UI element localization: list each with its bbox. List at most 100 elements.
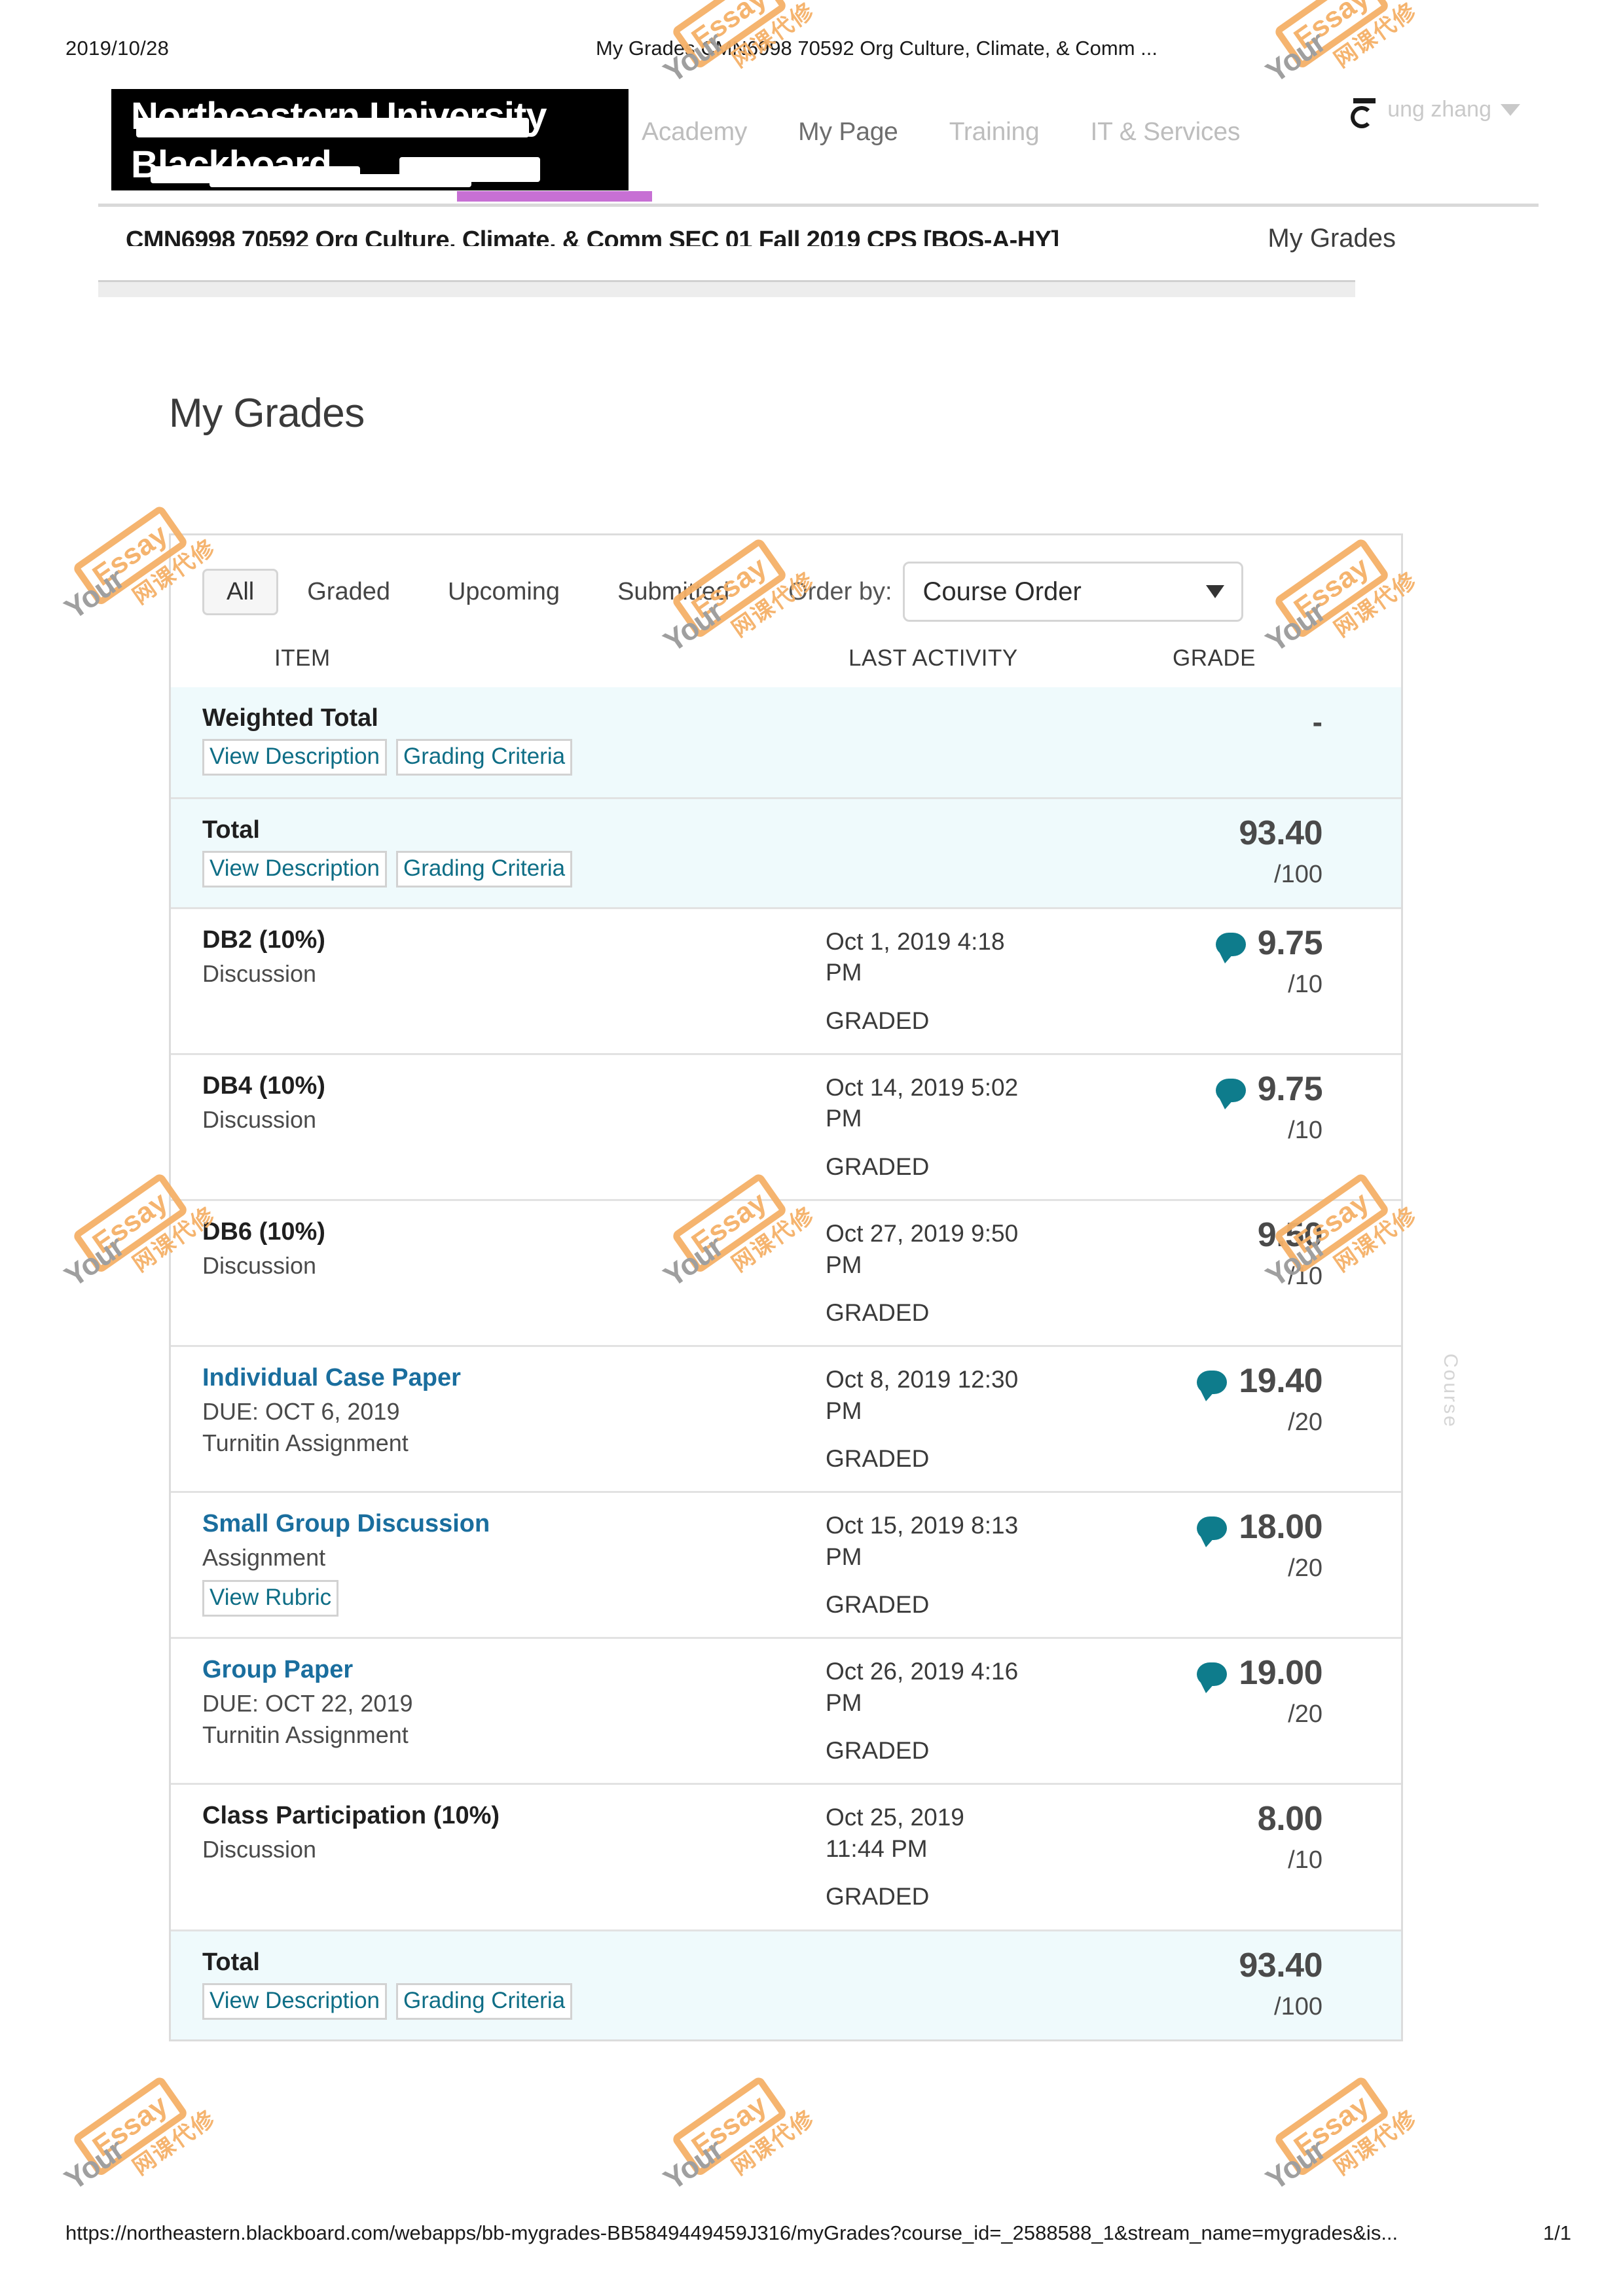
comment-bubble-icon[interactable] xyxy=(1197,1516,1228,1548)
grade-value-wrap: 93.40 xyxy=(1239,816,1322,850)
user-name-label: ung zhang xyxy=(1387,97,1491,122)
order-by-label: Order by: xyxy=(788,577,892,605)
grades-filter-row: All Graded Upcoming Submitted Order by: … xyxy=(171,535,1401,639)
comment-bubble-icon[interactable] xyxy=(1215,1079,1246,1110)
blackboard-page: Northeastern University Blackboard Acade… xyxy=(98,77,1539,2159)
activity-date: Oct 14, 2019 5:02 xyxy=(826,1074,1019,1102)
northeastern-blackboard-logo[interactable]: Northeastern University Blackboard xyxy=(111,89,629,190)
grade-row-grade-cell: 9.75/10 xyxy=(1153,1072,1401,1182)
grade-value: 93.40 xyxy=(1239,1946,1322,1984)
order-by-select[interactable]: Course Order xyxy=(902,562,1243,622)
grade-row: Group Paper DUE: OCT 22, 2019 Turnitin Ass… xyxy=(171,1637,1401,1783)
print-footer: https://northeastern.blackboard.com/weba… xyxy=(65,2221,1571,2245)
grade-out-of: /20 xyxy=(1288,1408,1322,1437)
activity-status: GRADED xyxy=(826,1737,930,1765)
filter-tab-all[interactable]: All xyxy=(202,568,279,615)
grade-item-link[interactable]: Group Paper xyxy=(202,1656,826,1684)
grade-row-activity-cell: Oct 8, 2019 12:30 PM GRADED xyxy=(826,1364,1153,1474)
grade-row: Class Participation (10%) Discussion Oct 2… xyxy=(171,1783,1401,1929)
activity-time: 11:44 PM xyxy=(826,1835,928,1862)
activity-status: GRADED xyxy=(826,1007,930,1034)
activity-date: Oct 25, 2019 xyxy=(826,1804,964,1831)
grade-out-of: /20 xyxy=(1288,1700,1322,1729)
activity-date: Oct 8, 2019 12:30 xyxy=(826,1366,1019,1393)
grade-value-wrap: - xyxy=(1313,704,1322,740)
grade-row-activity-cell: Oct 27, 2019 9:50 PM GRADED xyxy=(826,1218,1153,1328)
grades-panel: All Graded Upcoming Submitted Order by: … xyxy=(169,533,1461,2041)
grade-row-activity-cell: Oct 14, 2019 5:02 PM GRADED xyxy=(826,1072,1153,1182)
print-header: 2019/10/28 My Grades CMN6998 70592 Org C… xyxy=(0,37,1623,63)
grade-item-type: Assignment xyxy=(202,1544,326,1571)
nav-item-training[interactable]: Training xyxy=(949,118,1040,147)
button-grading-criteria[interactable]: Grading Criteria xyxy=(396,851,573,888)
grade-value-wrap: 9.75 xyxy=(1215,1072,1323,1110)
grade-value: 19.00 xyxy=(1239,1654,1322,1693)
activity-date: Oct 26, 2019 4:16 xyxy=(826,1658,1019,1685)
grade-row-grade-cell: 9.50/10 xyxy=(1153,1218,1401,1328)
grade-out-of: /10 xyxy=(1288,1263,1322,1291)
grade-value-wrap: 19.00 xyxy=(1197,1654,1322,1694)
main-content: My Grades All Graded Upcoming Submitted … xyxy=(98,297,1461,2041)
grade-item-name: Class Participation (10%) xyxy=(202,1802,500,1830)
filter-tab-upcoming[interactable]: Upcoming xyxy=(419,569,589,615)
grade-row-grade-cell: 19.00/20 xyxy=(1153,1656,1401,1766)
grade-item-name: Total xyxy=(202,1948,260,1976)
grade-row: DB4 (10%) Discussion Oct 14, 2019 5:02 PM GR… xyxy=(171,1053,1401,1199)
grade-value-wrap: 8.00 xyxy=(1257,1800,1323,1839)
grade-row-grade-cell: - xyxy=(1153,704,1401,780)
grade-item-link[interactable]: Individual Case Paper xyxy=(202,1364,826,1392)
button-grading-criteria[interactable]: Grading Criteria xyxy=(396,1982,573,2020)
button-view-description[interactable]: View Description xyxy=(202,851,388,888)
print-footer-page-number: 1/1 xyxy=(1542,2221,1571,2244)
button-view-description[interactable]: View Description xyxy=(202,739,388,776)
grade-item-type: Discussion xyxy=(202,960,317,987)
active-nav-accent-bar xyxy=(457,191,652,202)
grade-item-buttons: View Description Grading Criteria xyxy=(202,851,826,888)
button-view-description[interactable]: View Description xyxy=(202,1982,388,2020)
user-menu[interactable]: ung zhang xyxy=(1349,97,1520,128)
grade-row-item-cell: Weighted Total View Description Grading Cr… xyxy=(171,704,826,780)
grade-row-activity-cell xyxy=(826,704,1153,780)
grade-item-buttons: View Rubric xyxy=(202,1579,826,1617)
activity-time: PM xyxy=(826,959,862,986)
comment-bubble-icon[interactable] xyxy=(1215,933,1246,963)
redaction-smear xyxy=(210,174,471,187)
grade-item-link[interactable]: Small Group Discussion xyxy=(202,1510,826,1538)
filter-tab-submitted[interactable]: Submitted xyxy=(589,569,758,615)
primary-nav: Academy My Page Training IT & Services xyxy=(642,118,1240,147)
button-view-rubric[interactable]: View Rubric xyxy=(202,1579,339,1617)
grade-row-activity-cell: Oct 26, 2019 4:16 PM GRADED xyxy=(826,1656,1153,1766)
activity-status: GRADED xyxy=(826,1153,930,1180)
grade-value-wrap: 18.00 xyxy=(1197,1510,1322,1548)
grade-row-item-cell: Total View Description Grading Criteria xyxy=(171,816,826,890)
course-side-tab[interactable]: Course xyxy=(1439,1354,1461,1429)
column-header-item: ITEM xyxy=(274,645,331,671)
order-by-value: Course Order xyxy=(922,577,1082,606)
grade-out-of: /10 xyxy=(1288,971,1322,998)
grade-item-name: Weighted Total xyxy=(202,704,378,732)
activity-status: GRADED xyxy=(826,1883,930,1910)
column-header-grade: GRADE xyxy=(1173,645,1256,671)
button-grading-criteria[interactable]: Grading Criteria xyxy=(396,739,573,776)
grades-column-headers: ITEM LAST ACTIVITY GRADE xyxy=(171,639,1401,687)
redaction-smear xyxy=(136,118,529,137)
page-title: My Grades xyxy=(169,391,365,436)
grade-out-of: /10 xyxy=(1288,1117,1322,1145)
filter-tab-graded[interactable]: Graded xyxy=(278,569,419,615)
comment-bubble-icon[interactable] xyxy=(1197,1662,1228,1694)
activity-time: PM xyxy=(826,1689,862,1716)
nav-item-academy[interactable]: Academy xyxy=(642,118,747,147)
nav-item-my-page[interactable]: My Page xyxy=(798,118,898,147)
grade-item-type: Discussion xyxy=(202,1836,317,1863)
grade-row-grade-cell: 8.00/10 xyxy=(1153,1802,1401,1912)
grade-row: Small Group Discussion Assignment View Rub… xyxy=(171,1491,1401,1637)
comment-bubble-icon[interactable] xyxy=(1197,1371,1228,1402)
nav-item-it-services[interactable]: IT & Services xyxy=(1091,118,1241,147)
grade-row-activity-cell xyxy=(826,816,1153,890)
column-header-last-activity: LAST ACTIVITY xyxy=(848,645,1018,671)
grade-value: 8.00 xyxy=(1257,1800,1323,1839)
grade-row-item-cell: Class Participation (10%) Discussion xyxy=(171,1802,826,1912)
activity-status: GRADED xyxy=(826,1444,930,1472)
grade-row-grade-cell: 19.40/20 xyxy=(1153,1364,1401,1474)
course-breadcrumb-bar: CMN6998 70592 Org Culture, Climate, & Co… xyxy=(98,207,1539,280)
